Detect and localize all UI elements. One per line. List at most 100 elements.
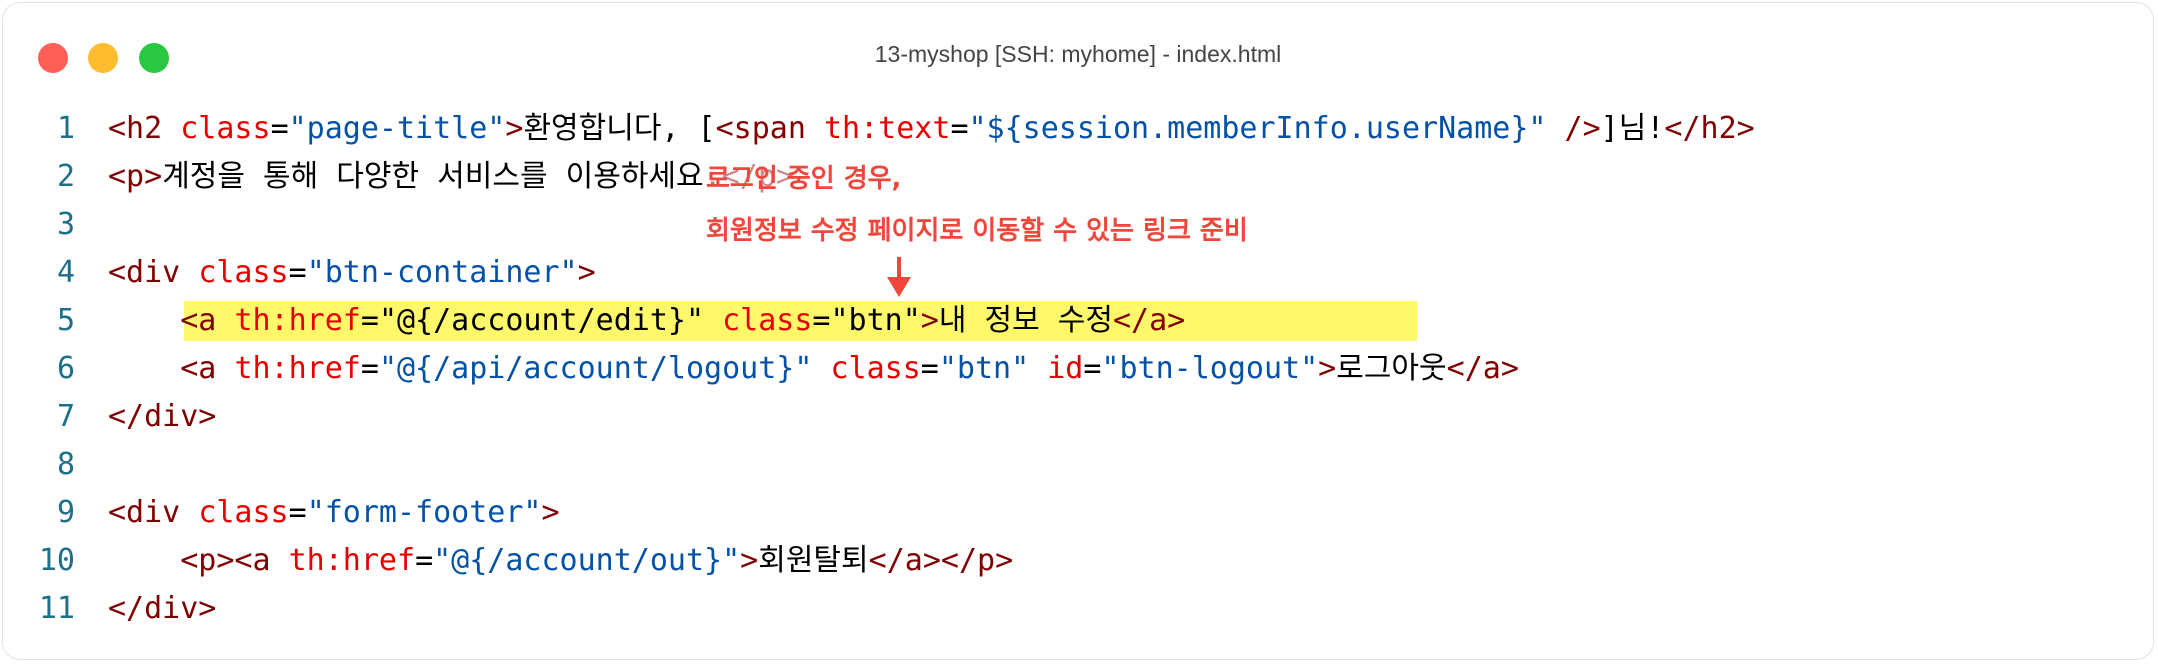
code-token: = — [920, 351, 939, 386]
code-line[interactable]: 9 <div class="form-footer"> — [3, 489, 2153, 537]
code-token: 내 정보 수정 — [938, 303, 1113, 338]
code-text: <h2 class="page-title">환영합니다, [<span th:… — [108, 105, 1755, 153]
code-token: = — [1083, 351, 1102, 386]
code-token: <p><a — [180, 543, 271, 578]
code-token: "btn" — [830, 303, 921, 338]
code-token: "@{/api/account/logout}" — [378, 351, 813, 386]
code-token: <div — [108, 255, 181, 290]
code-token: id — [1047, 351, 1084, 386]
window-title: 13-myshop [SSH: myhome] - index.html — [874, 41, 1282, 67]
code-token: > — [740, 543, 759, 578]
code-token: <a — [180, 351, 217, 386]
code-text: </div> — [108, 393, 216, 441]
annotation-line-2: 회원정보 수정 페이지로 이동할 수 있는 링크 준비 — [706, 216, 1248, 246]
code-token: = — [415, 543, 434, 578]
code-token: </a> — [1112, 303, 1186, 338]
code-token: th:href — [234, 351, 361, 386]
code-token: 환영합니다, [ — [523, 111, 716, 146]
code-token: </h2> — [1664, 111, 1755, 146]
code-line[interactable]: 10 <p><a th:href="@{/account/out}">회원탈퇴<… — [3, 537, 2153, 585]
code-token: class — [830, 351, 921, 386]
code-line[interactable]: 5 <a th:href="@{/account/edit}" class="b… — [3, 297, 2153, 345]
code-token: /> — [1546, 111, 1601, 146]
code-token: 계정을 통해 다양한 서비스를 이용하세요. — [162, 159, 722, 194]
line-number: 7 — [56, 399, 75, 434]
code-token: class — [180, 111, 271, 146]
code-token: <p> — [108, 159, 163, 194]
annotation-line-1: 로그인 중인 경우, — [706, 158, 902, 195]
code-token: "btn-container" — [306, 255, 578, 290]
code-token: "page-title" — [288, 111, 506, 146]
code-text: <div class="btn-container"> — [108, 249, 596, 297]
line-number: 11 — [38, 591, 75, 626]
code-token: = — [288, 255, 307, 290]
code-line[interactable]: 7 </div> — [3, 393, 2153, 441]
code-token: ]님! — [1600, 111, 1665, 146]
code-token: </a> — [1446, 351, 1519, 386]
code-token: = — [360, 303, 379, 338]
code-token: th:href — [234, 303, 361, 338]
line-number: 6 — [56, 351, 75, 386]
code-token: > — [577, 255, 596, 290]
code-token: </a></p> — [868, 543, 1014, 578]
code-line[interactable]: 6 <a th:href="@{/api/account/logout}" cl… — [3, 345, 2153, 393]
code-token: </div> — [108, 399, 217, 434]
line-number: 10 — [38, 543, 75, 578]
code-token: class — [198, 495, 289, 530]
code-token: = — [950, 111, 969, 146]
code-text: <div class="form-footer"> — [108, 489, 560, 537]
line-number: 5 — [56, 303, 75, 338]
code-token: 로그아웃 — [1336, 351, 1447, 386]
code-token: = — [288, 495, 307, 530]
code-token: class — [198, 255, 289, 290]
line-number: 2 — [56, 159, 75, 194]
code-token: class — [722, 303, 813, 338]
code-line[interactable]: 8 — [3, 441, 2153, 489]
code-token: <a — [180, 303, 217, 338]
code-token: > — [1318, 351, 1337, 386]
line-number: 1 — [56, 111, 75, 146]
code-token: "@{/account/out}" — [433, 543, 741, 578]
code-token: = — [270, 111, 289, 146]
line-number: 4 — [56, 255, 75, 290]
code-text: <a th:href="@{/account/edit}" class="btn… — [108, 297, 1185, 345]
code-token: <span — [715, 111, 806, 146]
code-token: "btn-logout" — [1101, 351, 1319, 386]
code-token: > — [920, 303, 939, 338]
code-token: 회원탈퇴 — [758, 543, 869, 578]
code-token: <h2 — [108, 111, 163, 146]
code-line[interactable]: 11 </div> — [3, 585, 2153, 633]
code-token: > — [541, 495, 560, 530]
arrow-down-icon — [887, 257, 911, 297]
code-token: <div — [108, 495, 181, 530]
code-line[interactable]: 2 <p>계정을 통해 다양한 서비스를 이용하세요.</p> — [3, 153, 2153, 201]
code-line[interactable]: 1 <h2 class="page-title">환영합니다, [<span th… — [3, 105, 2153, 153]
code-token: = — [812, 303, 831, 338]
line-number: 8 — [56, 447, 75, 482]
code-token: </div> — [108, 591, 217, 626]
code-token: "${session.memberInfo.userName}" — [968, 111, 1547, 146]
code-editor[interactable]: 1 <h2 class="page-title">환영합니다, [<span th… — [3, 105, 2153, 633]
code-token: th:text — [824, 111, 951, 146]
editor-window: 13-myshop [SSH: myhome] - index.html 1 <h… — [2, 2, 2154, 660]
code-token: = — [360, 351, 379, 386]
code-token: "btn" — [938, 351, 1030, 386]
line-number: 3 — [56, 207, 75, 242]
code-text: <p>계정을 통해 다양한 서비스를 이용하세요.</p> — [108, 153, 794, 201]
code-token: "form-footer" — [306, 495, 542, 530]
code-text: </div> — [108, 585, 216, 633]
code-line[interactable]: 4 <div class="btn-container"> — [3, 249, 2153, 297]
code-token: > — [505, 111, 524, 146]
